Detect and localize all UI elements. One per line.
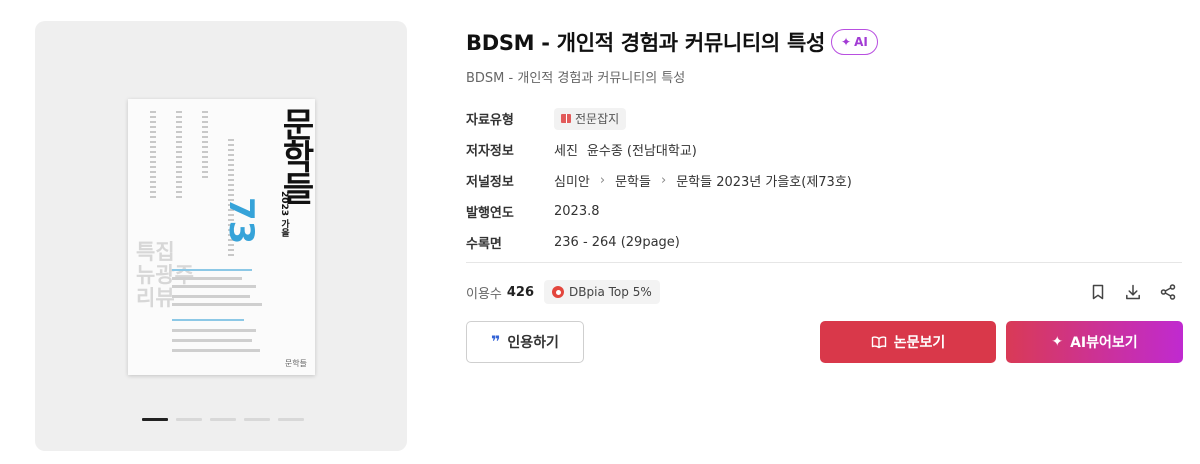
publisher-link[interactable]: 심미안 — [554, 171, 590, 190]
meta-key: 수록면 — [466, 237, 502, 252]
article-subtitle: BDSM - 개인적 경험과 커뮤니티의 특성 — [466, 71, 686, 86]
carousel-dot[interactable] — [278, 418, 304, 421]
sparkle-icon: ✦ — [1051, 334, 1064, 350]
cover-season: 2023 가을 — [279, 191, 289, 238]
cover-decoration — [172, 303, 262, 306]
book-icon — [561, 114, 571, 123]
download-icon[interactable] — [1124, 283, 1142, 301]
cover-decoration — [172, 329, 256, 332]
pages-value: 236 - 264 (29page) — [554, 235, 680, 250]
carousel-dot[interactable] — [210, 418, 236, 421]
ai-badge-label: AI — [854, 35, 868, 49]
carousel-dot[interactable] — [176, 418, 202, 421]
cover-decoration — [172, 295, 250, 298]
metadata-table: 자료유형 전문잡지 저자정보 세진 윤수종 (전남대학교) 저널정보 심미안 ›… — [466, 103, 852, 258]
meta-key: 발행연도 — [466, 206, 514, 221]
issue-link[interactable]: 문학들 2023년 가을호(제73호) — [676, 171, 852, 190]
cover-panel: 문학들 73 2023 가을 특집 뉴광주리뷰 문학들 — [35, 21, 407, 451]
cite-button-label: 인용하기 — [507, 335, 559, 351]
cover-decoration — [172, 285, 256, 288]
usage-count: 426 — [506, 284, 535, 300]
usage-label: 이용수 — [466, 286, 502, 302]
cover-decoration — [150, 111, 156, 201]
quote-icon: ❞ — [491, 332, 501, 351]
ai-badge[interactable]: ✦ AI — [831, 29, 878, 55]
journal-link[interactable]: 문학들 — [615, 171, 651, 190]
meta-key: 저자정보 — [466, 144, 514, 159]
share-icon[interactable] — [1159, 283, 1177, 301]
open-book-icon — [871, 336, 886, 349]
carousel-dot[interactable] — [142, 418, 168, 421]
year-value: 2023.8 — [554, 204, 600, 219]
view-paper-label: 논문보기 — [893, 335, 946, 351]
author-link[interactable]: 세진 — [554, 140, 578, 159]
cover-publisher-logo: 문학들 — [284, 359, 307, 368]
cover-decoration — [176, 111, 182, 201]
chevron-right-icon: › — [660, 173, 667, 188]
cite-button[interactable]: ❞ 인용하기 — [466, 321, 584, 363]
ai-viewer-label: AI뷰어보기 — [1070, 335, 1138, 351]
top-badge-label: DBpia Top 5% — [569, 285, 652, 299]
cover-decoration — [172, 349, 260, 352]
stats-row: 이용수 426 DBpia Top 5% — [466, 280, 660, 304]
bookmark-icon[interactable] — [1089, 283, 1107, 301]
carousel-indicator — [142, 418, 304, 421]
title-row: BDSM - 개인적 경험과 커뮤니티의 특성 ✦ AI — [466, 27, 878, 57]
meta-key: 저널정보 — [466, 175, 514, 190]
meta-key: 자료유형 — [466, 113, 514, 128]
chevron-right-icon: › — [599, 173, 606, 188]
cover-decoration — [202, 111, 208, 181]
meta-row-type: 자료유형 전문잡지 — [466, 103, 852, 134]
article-title: BDSM - 개인적 경험과 커뮤니티의 특성 — [466, 31, 825, 55]
author-link[interactable]: 윤수종 (전남대학교) — [587, 140, 697, 159]
action-icons — [1089, 283, 1177, 301]
top-percent-badge: DBpia Top 5% — [544, 280, 660, 304]
cover-decoration — [172, 339, 252, 342]
type-chip: 전문잡지 — [554, 107, 627, 130]
type-value: 전문잡지 — [575, 112, 620, 126]
cover-issue-number: 73 — [221, 197, 261, 245]
cover-decoration — [172, 277, 242, 280]
divider — [466, 262, 1182, 263]
cover-feature-text: 특집 뉴광주리뷰 — [136, 240, 194, 311]
sparkle-icon: ✦ — [841, 35, 852, 49]
journal-cover-image[interactable]: 문학들 73 2023 가을 특집 뉴광주리뷰 문학들 — [128, 99, 315, 375]
carousel-dot[interactable] — [244, 418, 270, 421]
meta-row-author: 저자정보 세진 윤수종 (전남대학교) — [466, 134, 852, 165]
dbpia-badge-icon — [552, 286, 565, 298]
cover-decoration — [172, 269, 252, 271]
ai-viewer-button[interactable]: ✦ AI뷰어보기 — [1006, 321, 1183, 363]
view-paper-button[interactable]: 논문보기 — [820, 321, 996, 363]
meta-row-year: 발행연도 2023.8 — [466, 196, 852, 227]
cover-decoration — [172, 319, 244, 321]
meta-row-journal: 저널정보 심미안 › 문학들 › 문학들 2023년 가을호(제73호) — [466, 165, 852, 196]
meta-row-pages: 수록면 236 - 264 (29page) — [466, 227, 852, 258]
